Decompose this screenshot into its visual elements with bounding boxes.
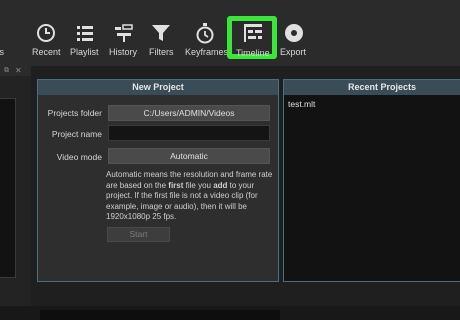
filters-label: Filters: [149, 47, 174, 57]
playlist-button[interactable]: Playlist: [68, 0, 102, 66]
properties-label: erties: [0, 47, 5, 57]
video-mode-select[interactable]: Automatic: [108, 148, 270, 164]
new-project-header: New Project: [38, 80, 278, 95]
history-label: History: [109, 47, 138, 57]
history-button[interactable]: History: [107, 0, 141, 66]
properties-button[interactable]: erties: [0, 0, 22, 66]
keyframes-label: Keyframes: [185, 47, 229, 57]
recent-project-item[interactable]: test.mlt: [288, 99, 315, 109]
start-button[interactable]: Start: [107, 227, 170, 242]
clock-icon: [37, 24, 55, 42]
recent-button[interactable]: Recent: [30, 0, 62, 66]
project-name-label: Project name: [51, 129, 102, 139]
left-dock-panel: [0, 98, 16, 278]
export-label: Export: [280, 47, 307, 57]
export-button[interactable]: Export: [280, 0, 308, 66]
timeline-button[interactable]: Timeline: [227, 16, 277, 59]
new-project-panel: New Project Projects folder C:/Users/ADM…: [37, 79, 279, 282]
timeline-label: Timeline: [236, 48, 270, 58]
video-mode-help-text: Automatic means the resolution and frame…: [106, 170, 273, 221]
bottom-panel-edge: [40, 310, 280, 320]
recent-projects-title: Recent Projects: [347, 82, 417, 92]
history-icon: [115, 24, 133, 42]
float-icon[interactable]: ⧉: [4, 67, 9, 75]
projects-folder-button[interactable]: C:/Users/ADMIN/Videos: [108, 105, 270, 121]
new-project-title: New Project: [132, 82, 184, 92]
video-mode-label: Video mode: [56, 152, 102, 162]
projects-folder-label: Projects folder: [47, 108, 102, 118]
recent-projects-panel: Recent Projects test.mlt: [283, 79, 460, 282]
disc-icon: [285, 24, 303, 42]
recent-label: Recent: [32, 47, 61, 57]
funnel-icon: [152, 25, 170, 41]
playlist-label: Playlist: [70, 47, 99, 57]
timeline-icon: [244, 24, 262, 42]
left-dock: ⧉ ✕: [0, 66, 31, 312]
keyframes-button[interactable]: Keyframes: [184, 0, 229, 66]
left-dock-titlebar: ⧉ ✕: [0, 66, 31, 76]
recent-projects-header: Recent Projects: [284, 80, 460, 95]
project-name-input[interactable]: [108, 125, 270, 141]
stopwatch-icon: [196, 23, 214, 44]
main-toolbar: erties Recent Playlist History: [0, 0, 460, 66]
close-icon[interactable]: ✕: [15, 66, 22, 75]
filters-button[interactable]: Filters: [146, 0, 176, 66]
list-icon: [77, 26, 93, 41]
